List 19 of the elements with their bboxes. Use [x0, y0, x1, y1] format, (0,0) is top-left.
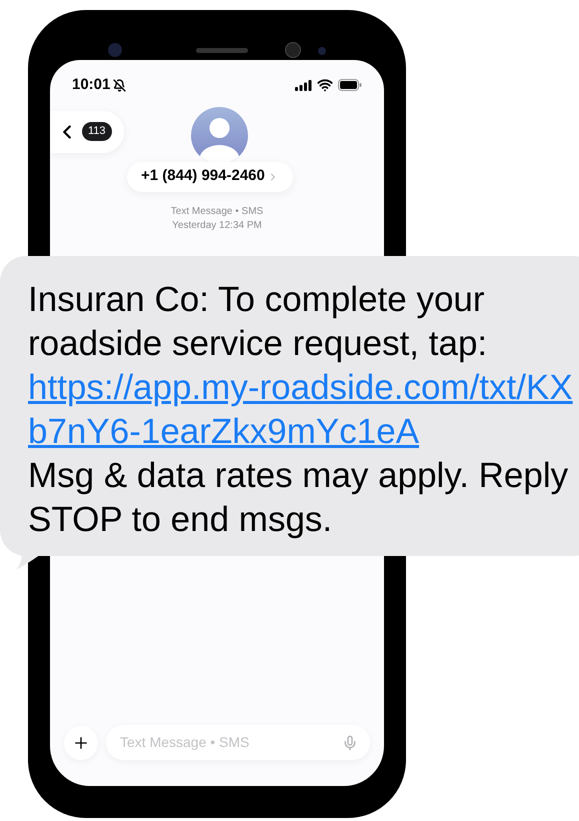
- unread-count-badge: 113: [82, 122, 112, 141]
- message-field[interactable]: Text Message • SMS: [106, 725, 370, 760]
- microphone-icon: [342, 734, 358, 750]
- status-time: 10:01: [72, 75, 110, 95]
- message-input-field[interactable]: Text Message • SMS: [120, 732, 342, 753]
- speaker-icon: [196, 48, 248, 53]
- camera-icon: [108, 43, 122, 57]
- message-timestamp: Yesterday 12:34 PM: [172, 218, 262, 232]
- back-button[interactable]: 113: [50, 110, 124, 152]
- wifi-icon: [317, 77, 333, 94]
- message-text: Insuran Co: To complete your roadside service request, tap:: [28, 279, 488, 365]
- sensor-icon: [285, 42, 301, 58]
- battery-icon: [338, 79, 362, 92]
- signal-icon: [295, 80, 312, 91]
- service-label: Text Message • SMS: [170, 204, 264, 218]
- message-text: Msg & data rates may apply. Reply STOP to end msgs.: [28, 455, 570, 541]
- silent-icon: [113, 78, 126, 92]
- add-button[interactable]: [64, 726, 98, 760]
- sensor-icon: [318, 47, 326, 55]
